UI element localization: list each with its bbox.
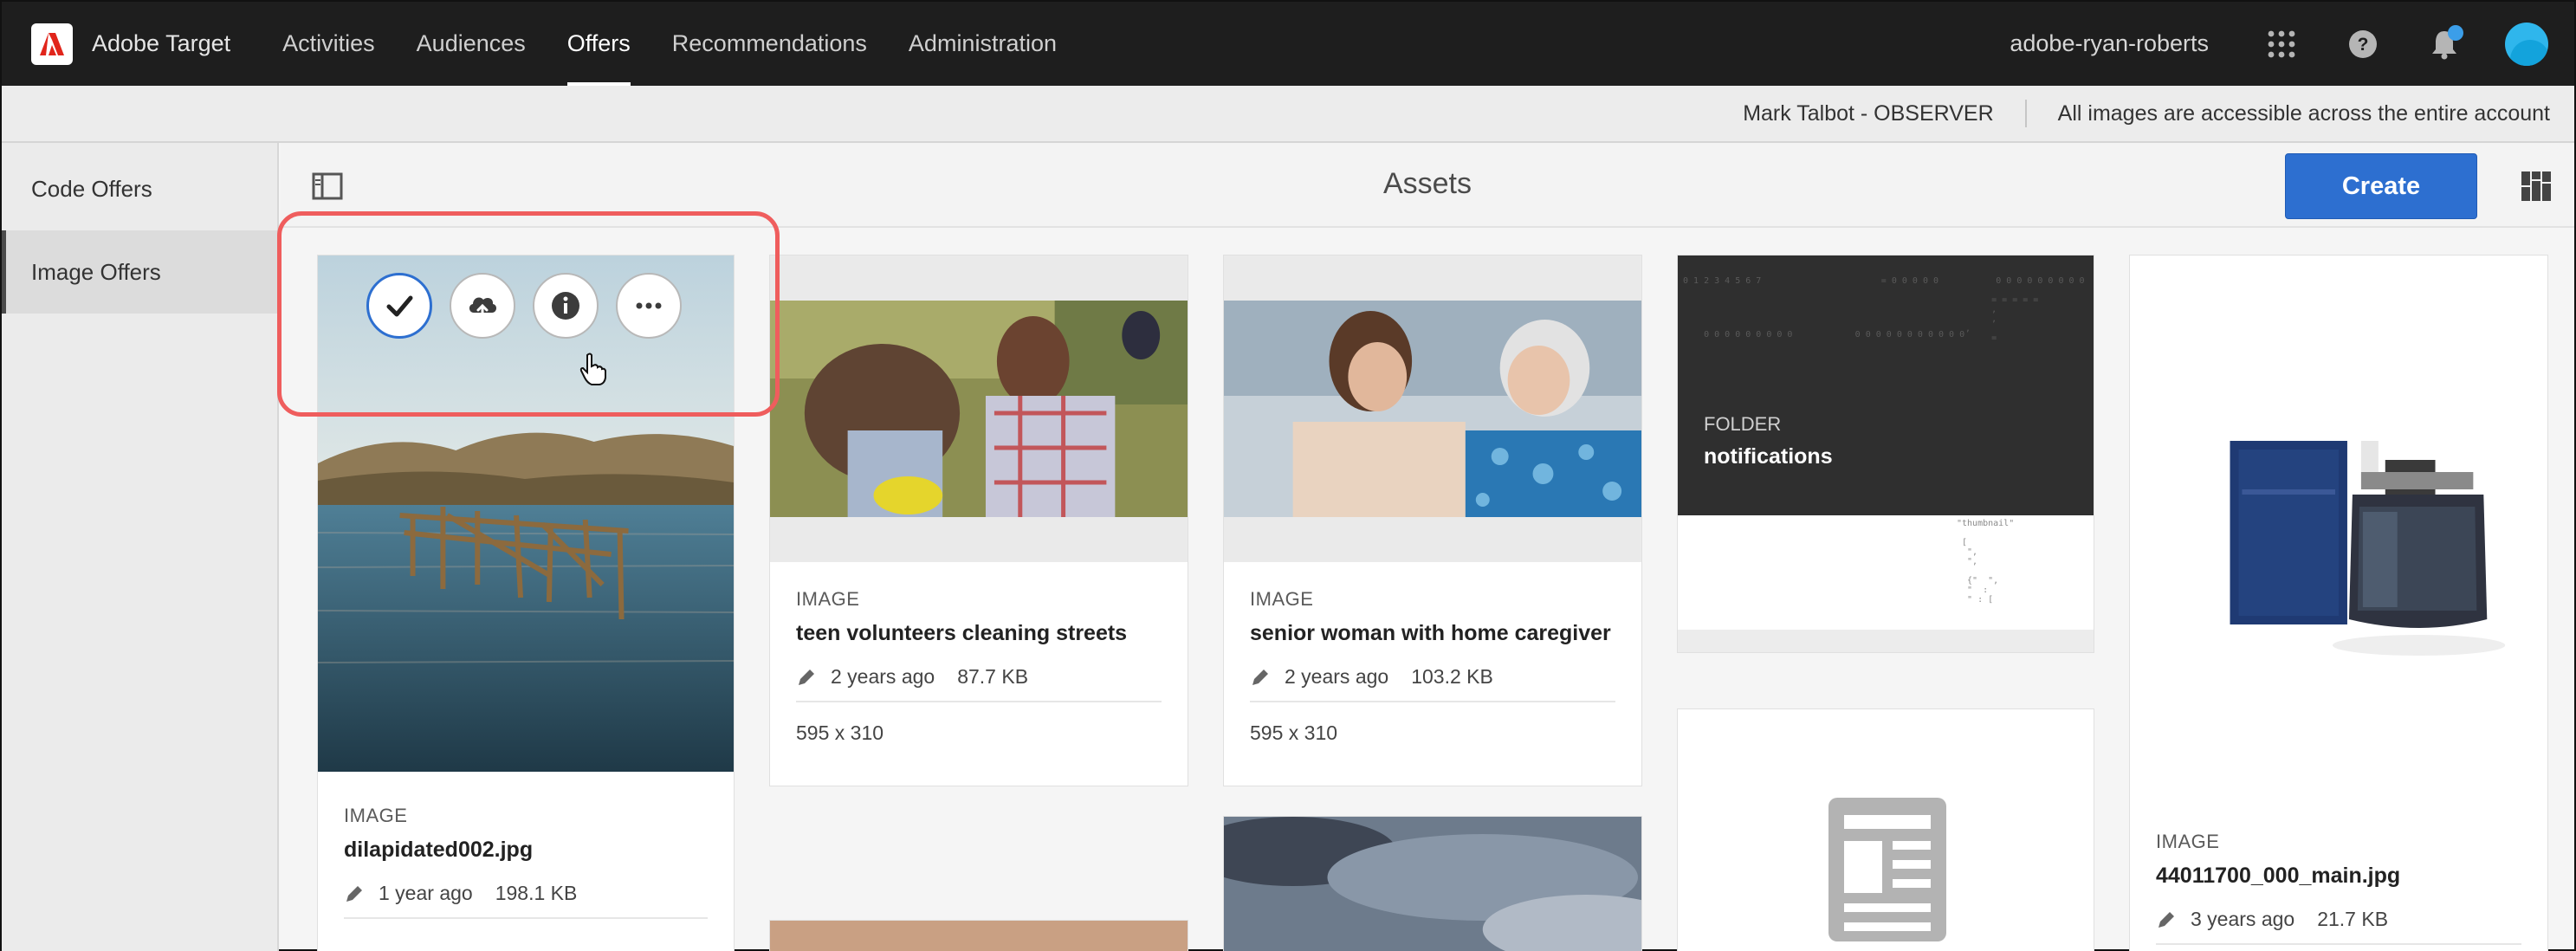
top-navigation: Adobe Target Activities Audiences Offers…	[2, 2, 2574, 86]
folder-name[interactable]: notifications	[1704, 444, 1833, 469]
product-name: Adobe Target	[92, 30, 231, 56]
info-message: All images are accessible across the ent…	[2057, 100, 2550, 126]
folder-preview: 0 1 2 3 4 5 6 7 = 0 0 0 0 0 0 0 0 0 0 0 …	[1678, 256, 2094, 515]
file-size: 87.7 KB	[957, 665, 1029, 688]
sidebar-item-code-offers[interactable]: Code Offers	[2, 147, 277, 230]
pencil-icon	[799, 669, 814, 685]
nav-offers[interactable]: Offers	[566, 2, 631, 86]
upload-button[interactable]	[450, 273, 515, 339]
offers-sidebar: Code Offers Image Offers	[2, 143, 279, 951]
asset-card-document[interactable]	[1677, 708, 2094, 951]
hand-cursor-icon	[579, 353, 606, 385]
brand[interactable]: Adobe Target	[31, 23, 230, 65]
folder-type: FOLDER	[1704, 413, 1782, 435]
svg-text:?: ?	[2358, 35, 2369, 55]
perfume-product-image	[2130, 256, 2547, 803]
senior-woman-caregiver-image	[1224, 301, 1641, 517]
info-icon	[552, 292, 579, 320]
notification-badge	[2448, 24, 2463, 41]
file-size: 198.1 KB	[495, 882, 578, 904]
document-placeholder-icon	[1828, 798, 1946, 941]
teen-volunteers-image	[770, 301, 1188, 517]
asset-type: IMAGE	[2156, 831, 2220, 852]
asset-type: IMAGE	[344, 805, 408, 826]
asset-card-teen-volunteers[interactable]: IMAGE teen volunteers cleaning streets 2…	[769, 255, 1188, 786]
modified-time: 1 year ago	[379, 882, 473, 904]
asset-title[interactable]: 44011700_000_main.jpg	[2156, 864, 2521, 889]
select-button[interactable]	[366, 273, 432, 339]
image-dimensions: 595 x 310	[796, 721, 884, 744]
file-size: 103.2 KB	[1411, 665, 1493, 688]
asset-card-perfume[interactable]: IMAGE 44011700_000_main.jpg 3 years ago …	[2129, 255, 2548, 951]
view-switcher-icon[interactable]	[2521, 171, 2552, 202]
user-role: Mark Talbot - OBSERVER	[1743, 100, 1994, 126]
nav-administration[interactable]: Administration	[909, 2, 1057, 86]
modified-time: 2 years ago	[831, 665, 935, 688]
modified-time: 2 years ago	[1285, 665, 1389, 688]
asset-title[interactable]: senior woman with home caregiver	[1250, 621, 1615, 646]
image-dimensions: 595 x 310	[1250, 721, 1338, 744]
nav-audiences[interactable]: Audiences	[417, 2, 526, 86]
asset-type: IMAGE	[796, 588, 860, 610]
modified-time: 3 years ago	[2191, 908, 2295, 930]
info-button[interactable]	[533, 273, 599, 339]
sky-image	[1224, 817, 1641, 951]
divider	[2024, 100, 2027, 127]
pencil-icon	[346, 885, 362, 902]
nav-activities[interactable]: Activities	[282, 2, 375, 86]
apps-grid-icon[interactable]	[2261, 23, 2302, 65]
pencil-icon	[2159, 911, 2174, 928]
asset-type: IMAGE	[1250, 588, 1314, 610]
sidebar-item-image-offers[interactable]: Image Offers	[2, 230, 277, 314]
asset-card-senior-woman[interactable]: IMAGE senior woman with home caregiver 2…	[1223, 255, 1642, 786]
help-icon[interactable]: ?	[2342, 23, 2384, 65]
info-bar: Mark Talbot - OBSERVER All images are ac…	[2, 86, 2574, 143]
more-actions-button[interactable]	[616, 273, 682, 339]
adobe-logo-icon	[31, 23, 73, 65]
content-header: Assets Create	[281, 143, 2574, 228]
asset-title[interactable]: teen volunteers cleaning streets	[796, 621, 1162, 646]
folder-card-notifications[interactable]: 0 1 2 3 4 5 6 7 = 0 0 0 0 0 0 0 0 0 0 0 …	[1677, 255, 2094, 653]
more-icon	[636, 302, 662, 309]
nav-recommendations[interactable]: Recommendations	[672, 2, 867, 86]
avatar[interactable]	[2505, 22, 2548, 66]
pencil-icon	[1252, 669, 1268, 685]
asset-title[interactable]: dilapidated002.jpg	[344, 838, 708, 863]
cloud-upload-icon	[469, 297, 497, 320]
file-size: 21.7 KB	[2317, 908, 2389, 930]
account-name[interactable]: adobe-ryan-roberts	[2010, 30, 2209, 57]
asset-card-dilapidated[interactable]: IMAGE dilapidated002.jpg 1 year ago 198.…	[317, 255, 735, 951]
create-button[interactable]: Create	[2285, 153, 2477, 219]
notifications-bell-icon[interactable]	[2424, 23, 2465, 65]
asset-card-partial-sky[interactable]	[1223, 816, 1642, 951]
asset-card-partial[interactable]	[769, 920, 1188, 951]
page-title: Assets	[1382, 167, 1472, 200]
check-icon	[386, 295, 413, 317]
main-nav: Activities Audiences Offers Recommendati…	[282, 2, 1098, 86]
